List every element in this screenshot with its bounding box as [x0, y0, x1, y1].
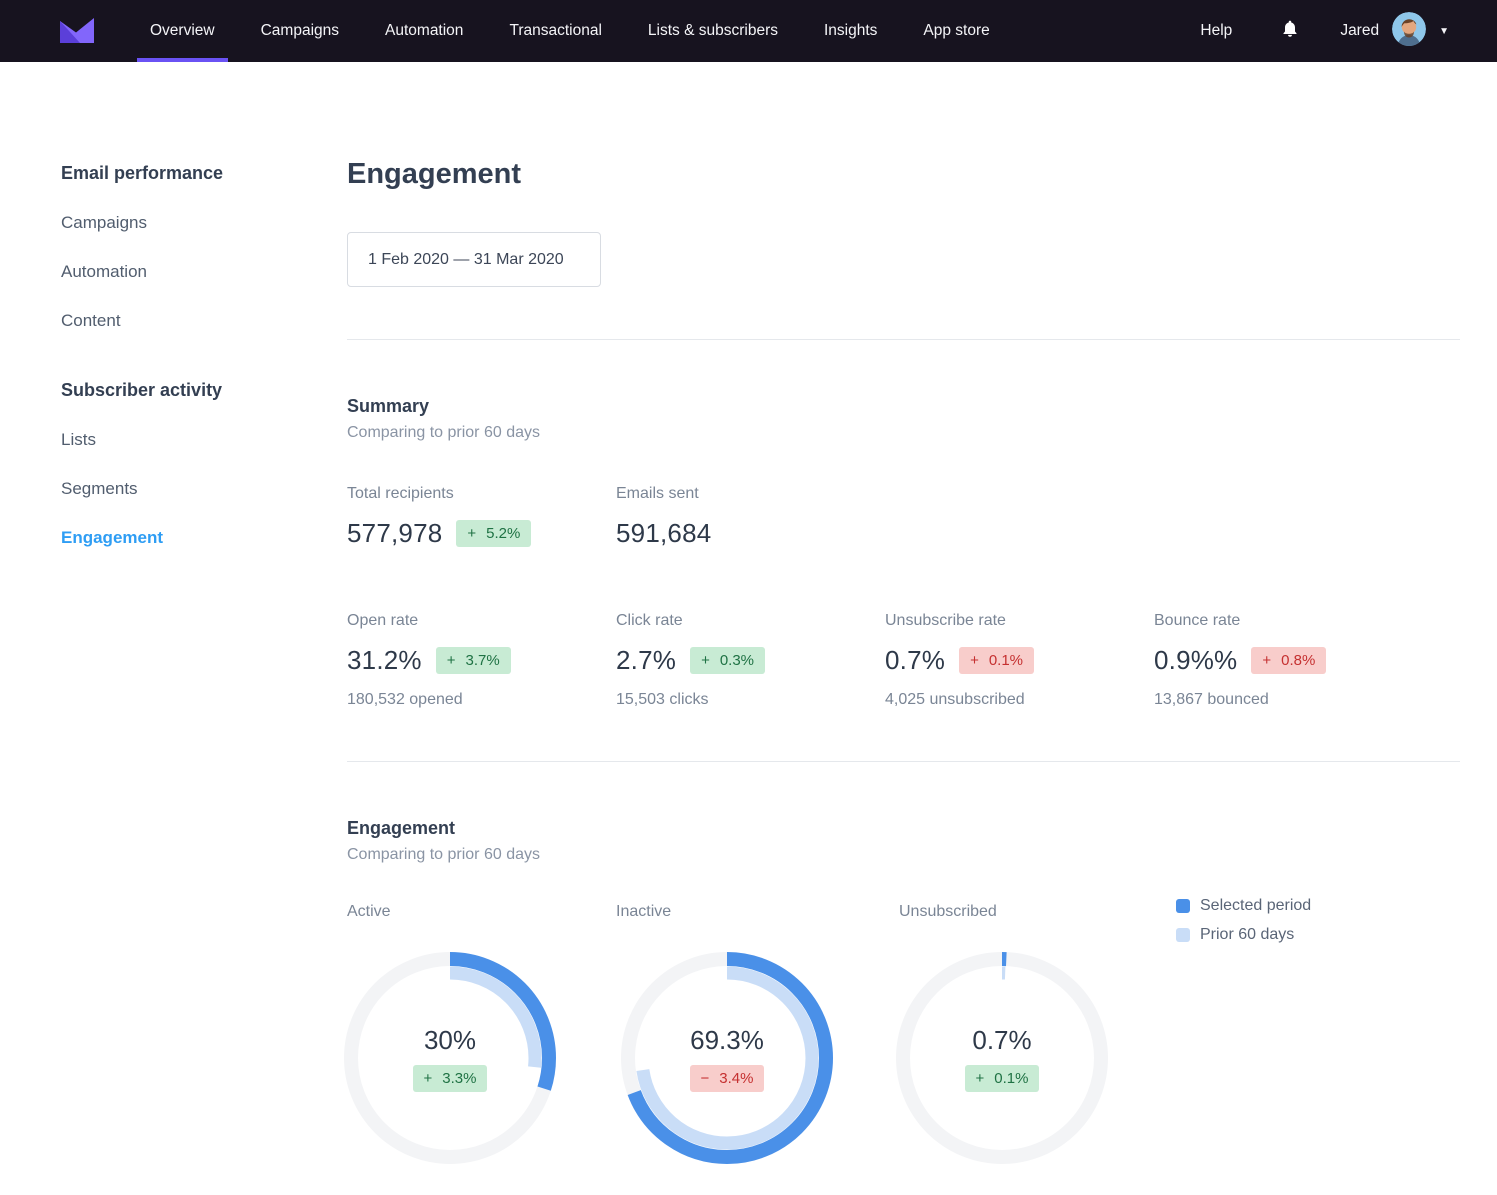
metric-value: 2.7% [616, 645, 676, 676]
delta-sign: + [970, 651, 979, 670]
delta-badge: + 0.1% [959, 647, 1034, 674]
metric-label: Bounce rate [1154, 612, 1423, 630]
metric-unsubscribe-rate: Unsubscribe rate 0.7% + 0.1% 4,025 unsub… [885, 612, 1154, 709]
delta-badge: + 3.7% [436, 647, 511, 674]
sidebar: Email performance Campaigns Automation C… [61, 163, 311, 548]
delta-value: 0.8% [1281, 651, 1315, 670]
metric-subtext: 4,025 unsubscribed [885, 691, 1154, 709]
donut-label-inactive: Inactive [616, 903, 671, 921]
delta-value: 0.1% [989, 651, 1023, 670]
summary-row-2: Open rate 31.2% + 3.7% 180,532 opened Cl… [347, 612, 1460, 709]
metric-label: Unsubscribe rate [885, 612, 1154, 630]
metric-subtext: 15,503 clicks [616, 691, 885, 709]
sidebar-section-subscriber-activity: Subscriber activity [61, 380, 311, 401]
metric-label: Click rate [616, 612, 885, 630]
delta-sign: + [467, 524, 476, 543]
summary-section: Summary Comparing to prior 60 days Total… [347, 396, 1460, 709]
metric-value: 0.7% [885, 645, 945, 676]
nav-item-overview[interactable]: Overview [127, 0, 238, 62]
page-title: Engagement [347, 158, 1460, 191]
engagement-charts: Active Inactive Unsubscribed Selected pe… [347, 895, 1460, 1182]
engagement-section: Engagement Comparing to prior 60 days Ac… [347, 818, 1460, 1182]
donut-chart-unsubscribed: 0.7% + 0.1% [896, 952, 1108, 1164]
donut-label-active: Active [347, 903, 391, 921]
legend-swatch-selected [1176, 899, 1190, 913]
metric-total-recipients: Total recipients 577,978 + 5.2% [347, 485, 616, 549]
donut-value: 69.3% [690, 1025, 764, 1056]
metric-value: 31.2% [347, 645, 422, 676]
donut-chart-active: 30% + 3.3% [344, 952, 556, 1164]
legend-item-selected-period: Selected period [1176, 897, 1311, 915]
metric-open-rate: Open rate 31.2% + 3.7% 180,532 opened [347, 612, 616, 709]
brand-logo[interactable] [60, 15, 94, 48]
summary-heading: Summary [347, 396, 1460, 417]
delta-badge: + 5.2% [456, 520, 531, 547]
summary-subtitle: Comparing to prior 60 days [347, 424, 1460, 442]
legend-item-prior-60-days: Prior 60 days [1176, 926, 1311, 944]
delta-sign: − [701, 1069, 710, 1088]
sidebar-item-content[interactable]: Content [61, 311, 311, 331]
date-range-picker[interactable]: 1 Feb 2020 — 31 Mar 2020 [347, 232, 601, 287]
page: Overview Campaigns Automation Transactio… [0, 0, 1497, 1195]
delta-value: 0.1% [994, 1069, 1028, 1088]
metric-click-rate: Click rate 2.7% + 0.3% 15,503 clicks [616, 612, 885, 709]
delta-value: 0.3% [720, 651, 754, 670]
delta-badge: + 0.1% [965, 1065, 1040, 1092]
legend-swatch-prior [1176, 928, 1190, 942]
metric-subtext: 180,532 opened [347, 691, 616, 709]
metric-label: Total recipients [347, 485, 616, 503]
delta-sign: + [701, 651, 710, 670]
metric-value: 577,978 [347, 518, 442, 549]
donut-label-unsubscribed: Unsubscribed [899, 903, 997, 921]
summary-row-1: Total recipients 577,978 + 5.2% Emails s… [347, 485, 1460, 549]
delta-badge: + 0.8% [1251, 647, 1326, 674]
delta-sign: + [424, 1069, 433, 1088]
donut-value: 0.7% [972, 1025, 1031, 1056]
divider [347, 339, 1460, 340]
delta-badge: + 0.3% [690, 647, 765, 674]
nav-item-campaigns[interactable]: Campaigns [238, 0, 362, 62]
divider [347, 761, 1460, 762]
delta-sign: + [1262, 651, 1271, 670]
metric-bounce-rate: Bounce rate 0.9%% + 0.8% 13,867 bounced [1154, 612, 1423, 709]
legend-label: Selected period [1200, 897, 1311, 915]
delta-badge: − 3.4% [690, 1065, 765, 1092]
sidebar-item-lists[interactable]: Lists [61, 430, 311, 450]
campaign-monitor-logo-icon [60, 15, 94, 48]
metric-emails-sent: Emails sent 591,684 [616, 485, 885, 549]
main-content: Engagement 1 Feb 2020 — 31 Mar 2020 Summ… [347, 0, 1460, 1182]
engagement-subtitle: Comparing to prior 60 days [347, 846, 1460, 864]
delta-sign: + [447, 651, 456, 670]
chart-legend: Selected period Prior 60 days [1176, 897, 1311, 944]
date-range-value: 1 Feb 2020 — 31 Mar 2020 [368, 251, 564, 269]
sidebar-item-automation[interactable]: Automation [61, 262, 311, 282]
legend-label: Prior 60 days [1200, 926, 1294, 944]
donut-chart-inactive: 69.3% − 3.4% [621, 952, 833, 1164]
sidebar-item-campaigns[interactable]: Campaigns [61, 213, 311, 233]
delta-sign: + [976, 1069, 985, 1088]
delta-value: 5.2% [486, 524, 520, 543]
donut-value: 30% [424, 1025, 476, 1056]
delta-value: 3.3% [442, 1069, 476, 1088]
sidebar-item-segments[interactable]: Segments [61, 479, 311, 499]
metric-label: Emails sent [616, 485, 885, 503]
metric-subtext: 13,867 bounced [1154, 691, 1423, 709]
metric-value: 591,684 [616, 518, 711, 549]
sidebar-item-engagement[interactable]: Engagement [61, 528, 311, 548]
metric-value: 0.9%% [1154, 645, 1237, 676]
engagement-heading: Engagement [347, 818, 1460, 839]
delta-badge: + 3.3% [413, 1065, 488, 1092]
sidebar-section-email-performance: Email performance [61, 163, 311, 184]
delta-value: 3.7% [466, 651, 500, 670]
metric-label: Open rate [347, 612, 616, 630]
delta-value: 3.4% [719, 1069, 753, 1088]
